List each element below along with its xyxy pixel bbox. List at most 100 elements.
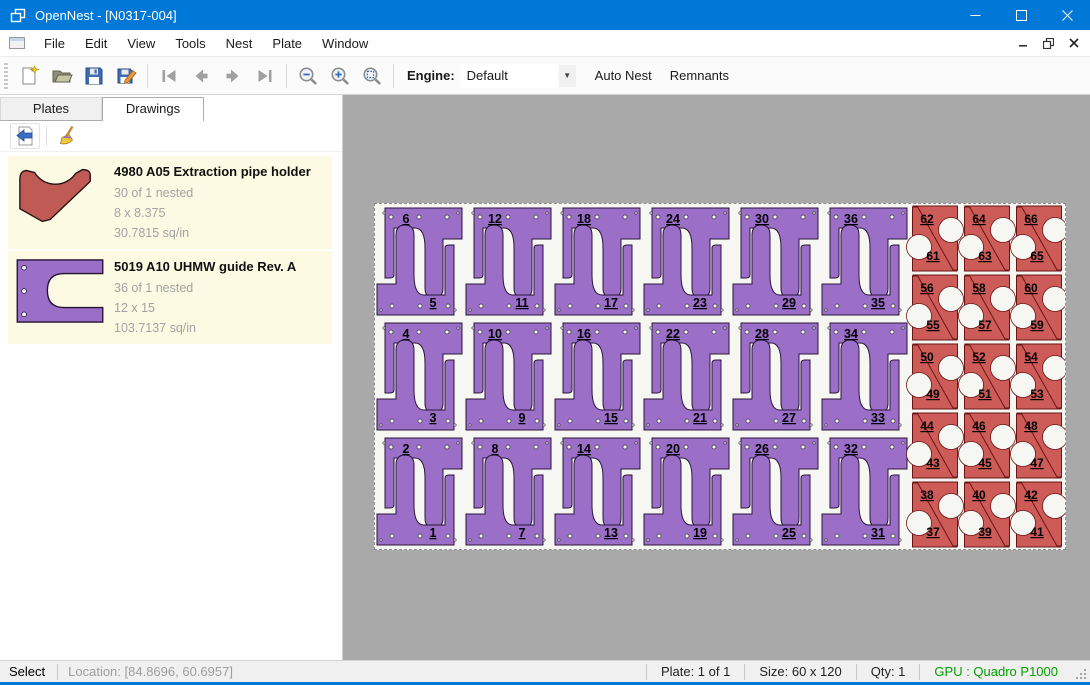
toolbar-grip[interactable] xyxy=(4,63,8,89)
status-mode: Select xyxy=(0,664,57,679)
nested-part-pair-purple[interactable]: 1817 xyxy=(555,208,640,315)
svg-text:54: 54 xyxy=(1024,350,1038,364)
save-button[interactable] xyxy=(78,61,110,91)
menu-view[interactable]: View xyxy=(117,31,165,56)
save-as-icon xyxy=(115,65,137,87)
svg-text:35: 35 xyxy=(871,296,885,310)
svg-text:51: 51 xyxy=(978,387,992,401)
main-toolbar: Engine: Default ▼ Auto Nest Remnants xyxy=(0,57,1090,95)
nested-part-pair-purple[interactable]: 12 11 xyxy=(466,208,551,315)
svg-text:3: 3 xyxy=(430,411,437,425)
plate[interactable]: 6512111817242330293635431091615222128273… xyxy=(374,203,1066,550)
mdi-minimize-button[interactable] xyxy=(1011,32,1036,54)
plate-svg[interactable]: 6512111817242330293635431091615222128273… xyxy=(375,204,1065,549)
nav-first-button[interactable] xyxy=(153,61,185,91)
nested-part-pair-purple[interactable]: 3029 xyxy=(733,208,818,315)
nested-part-pair-purple[interactable]: 2019 xyxy=(644,438,729,545)
status-location: Location: [84.8696, 60.6957] xyxy=(58,664,243,679)
menu-tools[interactable]: Tools xyxy=(165,31,215,56)
svg-text:6: 6 xyxy=(403,212,410,226)
drawing-item-4980[interactable]: 4980 A05 Extraction pipe holder 30 of 1 … xyxy=(8,156,332,249)
new-file-button[interactable] xyxy=(14,61,46,91)
svg-text:64: 64 xyxy=(972,212,986,226)
open-file-button[interactable] xyxy=(46,61,78,91)
tab-plates[interactable]: Plates xyxy=(0,97,102,121)
nested-part-pair-purple[interactable]: 65 xyxy=(377,208,462,315)
nested-part-pair-purple[interactable]: 2827 xyxy=(733,323,818,430)
nested-part-pair-purple[interactable]: 87 xyxy=(466,438,551,545)
svg-text:8: 8 xyxy=(492,442,499,456)
zoom-fit-icon xyxy=(361,65,383,87)
nested-part-pair-purple[interactable]: 2221 xyxy=(644,323,729,430)
save-icon xyxy=(83,65,105,87)
nav-first-icon xyxy=(158,65,180,87)
drawing-nested: 36 of 1 nested xyxy=(114,278,328,298)
nested-part-pair-purple[interactable]: 3433 xyxy=(822,323,907,430)
import-drawing-button[interactable] xyxy=(10,123,40,149)
zoom-fit-button[interactable] xyxy=(356,61,388,91)
nested-part-pair-purple[interactable]: 3231 xyxy=(822,438,907,545)
svg-text:26: 26 xyxy=(755,442,769,456)
zoom-in-button[interactable] xyxy=(324,61,356,91)
nested-part-pair-purple[interactable]: 43 xyxy=(377,323,462,430)
drawing-title: 4980 A05 Extraction pipe holder xyxy=(114,164,328,179)
svg-text:15: 15 xyxy=(604,411,618,425)
nested-part-pair-purple[interactable]: 21 xyxy=(377,438,462,545)
nav-previous-button[interactable] xyxy=(185,61,217,91)
nest-canvas[interactable]: 6512111817242330293635431091615222128273… xyxy=(343,95,1090,660)
svg-text:22: 22 xyxy=(666,327,680,341)
svg-text:25: 25 xyxy=(782,526,796,540)
menu-file[interactable]: File xyxy=(34,31,75,56)
menu-edit[interactable]: Edit xyxy=(75,31,117,56)
mdi-close-button[interactable] xyxy=(1061,32,1086,54)
engine-value: Default xyxy=(461,64,557,88)
nested-part-pair-purple[interactable]: 109 xyxy=(466,323,551,430)
status-plate-size: Size: 60 x 120 xyxy=(745,664,855,679)
nested-part-pair-purple[interactable]: 1615 xyxy=(555,323,640,430)
nested-part-pair-purple[interactable]: 26 25 xyxy=(733,438,818,545)
drawing-thumbnail-purple xyxy=(14,257,114,338)
svg-text:31: 31 xyxy=(871,526,885,540)
mdi-restore-button[interactable] xyxy=(1036,32,1061,54)
nav-last-icon xyxy=(254,65,276,87)
broom-icon xyxy=(57,125,79,147)
svg-text:2: 2 xyxy=(403,442,410,456)
close-button[interactable] xyxy=(1044,0,1090,30)
clear-drawings-button[interactable] xyxy=(53,123,83,149)
remnants-button[interactable]: Remnants xyxy=(661,62,738,89)
svg-text:52: 52 xyxy=(972,350,986,364)
tab-drawings[interactable]: Drawings xyxy=(102,97,204,121)
maximize-button[interactable] xyxy=(998,0,1044,30)
svg-text:38: 38 xyxy=(920,488,934,502)
nav-next-button[interactable] xyxy=(217,61,249,91)
svg-text:12: 12 xyxy=(488,212,502,226)
minimize-button[interactable] xyxy=(952,0,998,30)
engine-select[interactable]: Default ▼ xyxy=(461,64,576,88)
app-icon xyxy=(10,7,26,23)
menu-plate[interactable]: Plate xyxy=(262,31,312,56)
drawing-item-5019[interactable]: 5019 A10 UHMW guide Rev. A 36 of 1 neste… xyxy=(8,251,332,344)
nested-part-pair-purple[interactable]: 1413 xyxy=(555,438,640,545)
chevron-down-icon[interactable]: ▼ xyxy=(559,65,576,87)
svg-text:10: 10 xyxy=(488,327,502,341)
menu-window[interactable]: Window xyxy=(312,31,378,56)
menu-nest[interactable]: Nest xyxy=(216,31,263,56)
svg-text:14: 14 xyxy=(577,442,591,456)
save-as-button[interactable] xyxy=(110,61,142,91)
document-system-icon[interactable] xyxy=(8,35,26,51)
nav-last-button[interactable] xyxy=(249,61,281,91)
nested-part-pair-purple[interactable]: 3635 xyxy=(822,208,907,315)
resize-grip[interactable] xyxy=(1074,667,1088,681)
status-gpu: GPU : Quadro P1000 xyxy=(920,664,1072,679)
drawing-area: 103.7137 sq/in xyxy=(114,318,328,338)
svg-text:56: 56 xyxy=(920,281,934,295)
nested-part-pair-purple[interactable]: 2423 xyxy=(644,208,729,315)
svg-text:48: 48 xyxy=(1024,419,1038,433)
drawing-size: 12 x 15 xyxy=(114,298,328,318)
svg-text:11: 11 xyxy=(515,296,528,310)
zoom-out-button[interactable] xyxy=(292,61,324,91)
svg-text:24: 24 xyxy=(666,212,680,226)
auto-nest-button[interactable]: Auto Nest xyxy=(586,62,661,89)
left-panel: Plates Drawings xyxy=(0,95,343,660)
svg-text:33: 33 xyxy=(871,411,885,425)
